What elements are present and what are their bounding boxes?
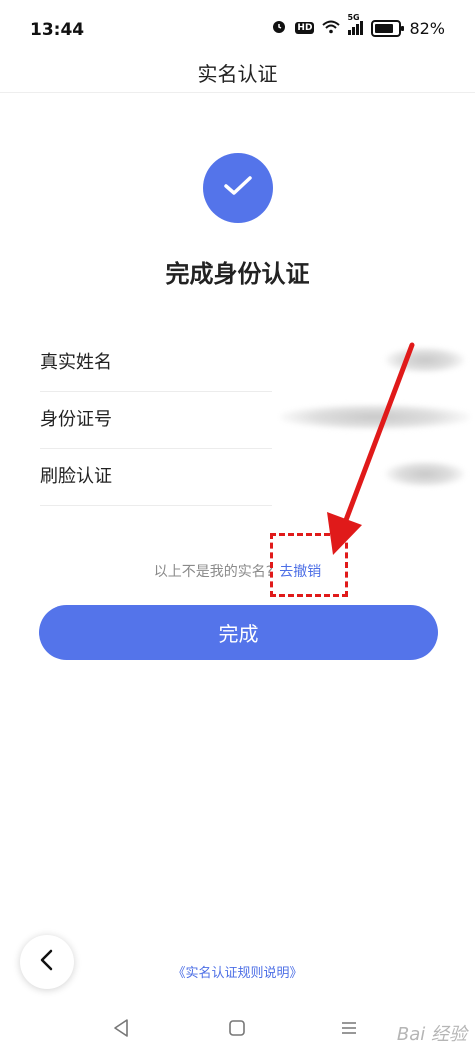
nav-menu-icon[interactable] [340,1018,358,1042]
done-button[interactable]: 完成 [39,605,438,660]
rules-link[interactable]: 《实名认证规则说明》 [0,962,475,981]
nav-home-icon[interactable] [228,1018,246,1042]
watermark-logo: Bai 经验 [396,1024,467,1045]
annotation-arrow [327,342,415,555]
nav-back-icon[interactable] [112,1018,130,1042]
